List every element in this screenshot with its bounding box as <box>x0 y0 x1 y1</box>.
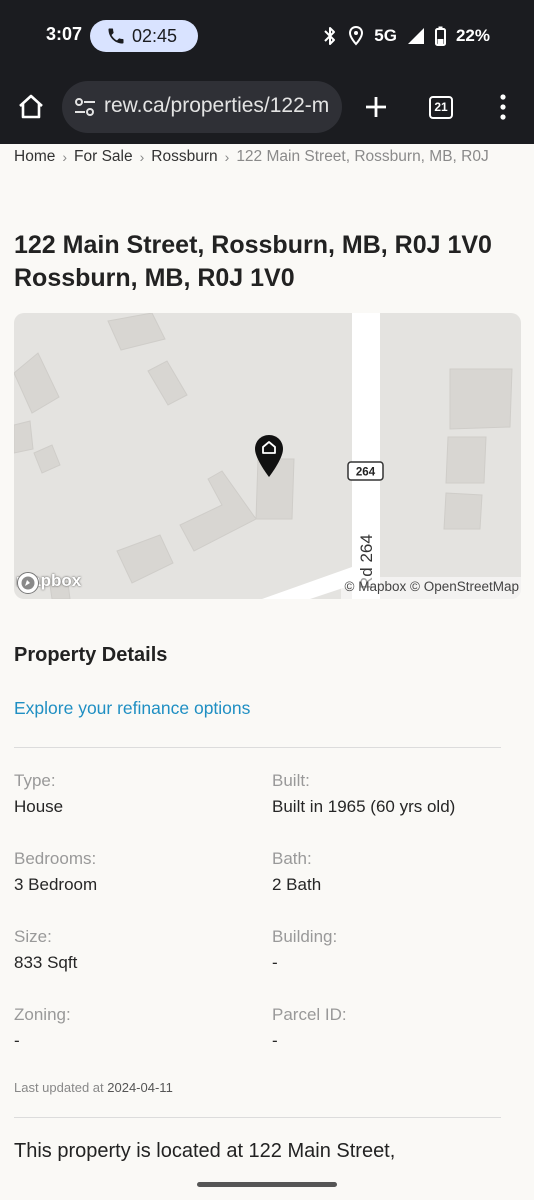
chevron-right-icon: › <box>62 149 68 165</box>
breadcrumb-home[interactable]: Home <box>14 148 55 166</box>
tab-count: 21 <box>434 100 448 114</box>
detail-label: Bedrooms: <box>14 849 97 868</box>
property-map[interactable]: 264 Rd 264 mapbox © Mapbox © OpenStreetM… <box>14 313 521 599</box>
breadcrumb: Home › For Sale › Rossburn › 122 Main St… <box>14 148 489 166</box>
divider <box>14 1117 501 1118</box>
divider <box>14 747 501 748</box>
more-vert-icon[interactable] <box>496 92 510 122</box>
detail-label: Size: <box>14 927 52 946</box>
page-title: 122 Main Street, Rossburn, MB, R0J 1V0 R… <box>14 229 524 295</box>
plus-icon[interactable] <box>362 92 390 122</box>
phone-icon <box>106 26 126 51</box>
call-timer: 02:45 <box>132 26 178 46</box>
detail-value: - <box>272 953 278 972</box>
last-updated-date: 2024-04-11 <box>107 1080 173 1095</box>
home-icon[interactable] <box>16 92 46 122</box>
road-shield-label: 264 <box>356 467 376 479</box>
battery-percent: 22% <box>455 26 490 45</box>
detail-label: Built: <box>272 771 310 790</box>
detail-value: 3 Bedroom <box>14 875 98 894</box>
property-description: This property is located at 122 Main Str… <box>14 1140 396 1162</box>
ongoing-call-chip[interactable]: 02:45 <box>90 20 198 52</box>
detail-type: Type: House <box>14 771 63 817</box>
status-icons: 5G 22% <box>322 24 490 48</box>
refinance-link[interactable]: Explore your refinance options <box>14 698 250 719</box>
detail-label: Bath: <box>272 849 312 868</box>
site-settings-icon[interactable] <box>74 97 96 122</box>
map-attribution[interactable]: © Mapbox © OpenStreetMap <box>340 577 521 599</box>
detail-zoning: Zoning: - <box>14 1005 71 1051</box>
mapbox-icon <box>17 572 39 594</box>
chevron-right-icon: › <box>224 149 230 165</box>
detail-bedrooms: Bedrooms: 3 Bedroom <box>14 849 97 895</box>
battery-icon <box>434 26 446 46</box>
browser-toolbar: rew.ca/properties/122-m 21 <box>0 72 534 144</box>
detail-label: Zoning: <box>14 1005 71 1024</box>
tabs-icon[interactable]: 21 <box>429 96 453 119</box>
detail-value: - <box>14 1031 20 1050</box>
network-type: 5G <box>374 26 397 45</box>
road-shield: 264 <box>347 461 384 481</box>
breadcrumb-current: 122 Main Street, Rossburn, MB, R0J <box>236 148 489 165</box>
detail-parcel-id: Parcel ID: - <box>272 1005 347 1051</box>
location-icon <box>348 26 364 46</box>
detail-value: Built in 1965 (60 yrs old) <box>272 797 456 816</box>
detail-value: - <box>272 1031 278 1050</box>
gesture-navigation-bar[interactable] <box>197 1182 337 1187</box>
detail-building: Building: - <box>272 927 337 973</box>
url-text: rew.ca/properties/122-m <box>104 94 330 117</box>
detail-value: 2 Bath <box>272 875 322 894</box>
last-updated-label: Last updated at <box>14 1080 104 1095</box>
detail-size: Size: 833 Sqft <box>14 927 77 973</box>
home-pin-icon[interactable] <box>252 433 286 479</box>
status-time: 3:07 <box>46 24 83 44</box>
detail-label: Parcel ID: <box>272 1005 347 1024</box>
detail-value: 833 Sqft <box>14 953 78 972</box>
signal-icon <box>407 27 425 45</box>
title-line-2: Rossburn, MB, R0J 1V0 <box>14 264 295 292</box>
detail-value: House <box>14 797 64 816</box>
detail-label: Type: <box>14 771 56 790</box>
detail-built: Built: Built in 1965 (60 yrs old) <box>272 771 455 817</box>
bluetooth-icon <box>322 26 338 46</box>
last-updated: Last updated at 2024-04-11 <box>14 1080 173 1095</box>
map-road-branch <box>262 567 352 599</box>
title-line-1: 122 Main Street, Rossburn, MB, R0J 1V0 <box>14 231 492 259</box>
breadcrumb-for-sale[interactable]: For Sale <box>74 148 133 166</box>
detail-label: Building: <box>272 927 338 946</box>
address-bar[interactable]: rew.ca/properties/122-m <box>62 81 342 133</box>
breadcrumb-rossburn[interactable]: Rossburn <box>151 148 217 166</box>
detail-bath: Bath: 2 Bath <box>272 849 321 895</box>
mapbox-logo[interactable]: mapbox <box>16 571 81 594</box>
status-bar: 3:07 02:45 5G 22% <box>0 0 534 72</box>
property-details-heading: Property Details <box>14 644 168 666</box>
chevron-right-icon: › <box>139 149 145 165</box>
